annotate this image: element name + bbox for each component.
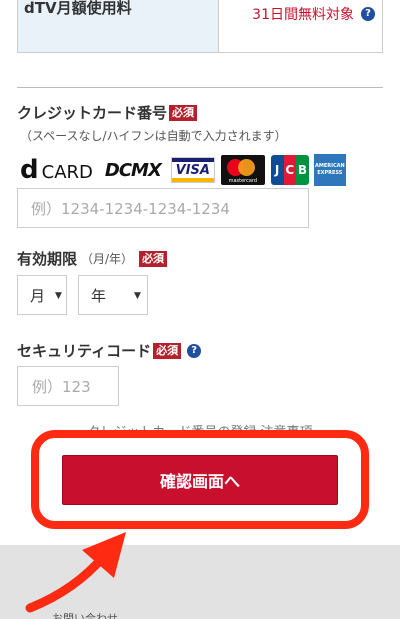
security-code-input[interactable]: 例）123 — [17, 366, 119, 406]
expiry-sub: （月/年） — [81, 252, 134, 266]
fee-table: dTV月額使用料 31日間無料対象 ? — [17, 0, 383, 53]
card-number-note: （スペースなし/ハイフンは自動で入力されます） — [20, 129, 287, 143]
required-badge: 必須 — [139, 250, 168, 267]
card-number-placeholder: 例）1234-1234-1234-1234 — [31, 199, 230, 218]
expiry-label: 有効期限 — [17, 250, 78, 268]
dcard-logo: d CARD — [20, 155, 93, 185]
card-brand-logos: d CARD DCMX VISA mastercard J C B AMERIC… — [20, 154, 346, 186]
security-code-placeholder: 例）123 — [32, 377, 91, 396]
security-code-title: セキュリティコード 必須 ? — [17, 340, 202, 361]
fee-label: dTV月額使用料 — [18, 0, 219, 52]
amex-logo: AMERICAN EXPRESS — [313, 154, 346, 186]
visa-logo: VISA — [170, 157, 215, 183]
security-code-label: セキュリティコード — [17, 342, 152, 360]
pointer-arrow-icon — [25, 532, 126, 613]
card-number-title: クレジットカード番号 必須 — [17, 102, 198, 123]
expiry-title: 有効期限 （月/年） 必須 — [17, 248, 168, 269]
chevron-down-icon: ▼ — [55, 291, 62, 301]
fee-value-text: 31日間無料対象 — [252, 7, 354, 23]
mastercard-logo: mastercard — [220, 155, 265, 185]
month-select[interactable]: 月 ▼ — [17, 275, 67, 315]
notice-link[interactable]: クレジットカード番号の登録 注意事項 — [20, 421, 380, 434]
card-number-label: クレジットカード番号 — [17, 104, 168, 122]
confirm-button[interactable]: 確認画面へ — [62, 455, 338, 505]
chevron-down-icon: ▼ — [134, 291, 141, 301]
fee-value: 31日間無料対象 ? — [219, 0, 382, 52]
divider — [17, 87, 383, 88]
dcmx-logo: DCMX — [104, 159, 162, 181]
help-icon[interactable]: ? — [361, 7, 375, 21]
required-badge: 必須 — [169, 104, 198, 121]
card-number-input[interactable]: 例）1234-1234-1234-1234 — [17, 188, 309, 228]
year-select[interactable]: 年 ▼ — [78, 275, 148, 315]
required-badge: 必須 — [153, 342, 182, 359]
help-icon[interactable]: ? — [187, 343, 202, 358]
jcb-logo: J C B — [270, 155, 309, 185]
